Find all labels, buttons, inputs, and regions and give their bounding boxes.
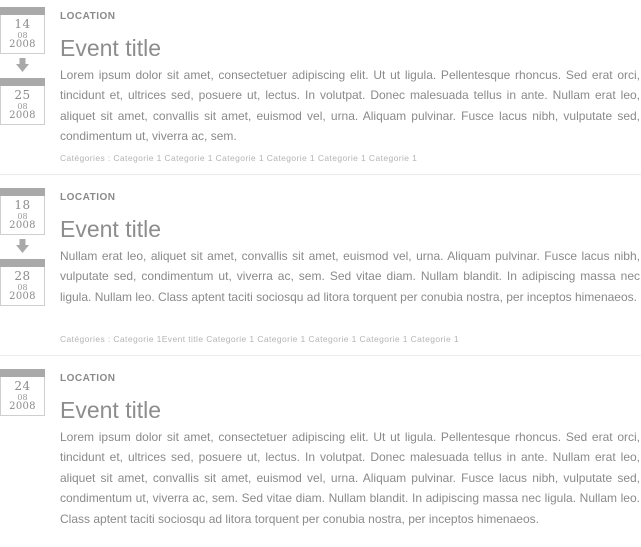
end-year: 2008 [9,110,36,121]
calendar-header-bar [0,259,45,267]
event-categories[interactable]: Catégories : Categorie 1Event title Cate… [60,334,459,344]
start-year: 2008 [9,39,36,50]
event-date-range: 18 08 2008 28 08 2008 [0,188,46,306]
calendar-header-bar [0,188,45,196]
end-day: 28 [14,269,31,283]
end-date-calendar-icon: 28 08 2008 [0,259,45,306]
start-year: 2008 [9,401,36,412]
event-location: LOCATION [60,373,116,384]
event-item: 18 08 2008 28 08 2008 LOCATION Event tit… [0,188,641,353]
event-separator [0,355,641,356]
end-date-calendar-icon: 25 08 2008 [0,78,45,125]
event-title[interactable]: Event title [60,215,161,243]
event-title[interactable]: Event title [60,396,161,424]
start-date-calendar-icon: 24 08 2008 [0,369,45,416]
start-day: 18 [14,198,31,212]
end-year: 2008 [9,291,36,302]
event-date-range: 24 08 2008 [0,369,46,416]
event-categories[interactable]: Catégories : Categorie 1 Categorie 1 Cat… [60,153,417,163]
start-day: 24 [14,379,31,393]
event-description: Lorem ipsum dolor sit amet, consectetuer… [60,430,640,526]
calendar-header-bar [0,7,45,15]
start-date-calendar-icon: 14 08 2008 [0,7,45,54]
event-description: Nullam erat leo, aliquet sit amet, conva… [60,249,640,304]
event-item: 14 08 2008 25 08 2008 LOCATION Event tit… [0,7,641,172]
start-date-calendar-icon: 18 08 2008 [0,188,45,235]
event-item: 24 08 2008 LOCATION Event title Lorem ip… [0,369,641,547]
calendar-header-bar [0,369,45,377]
arrow-down-icon [0,54,45,78]
calendar-header-bar [0,78,45,86]
event-title[interactable]: Event title [60,34,161,62]
event-description: Lorem ipsum dolor sit amet, consectetuer… [60,68,640,144]
arrow-down-icon [0,235,45,259]
start-day: 14 [14,17,31,31]
event-date-range: 14 08 2008 25 08 2008 [0,7,46,125]
event-location: LOCATION [60,192,116,203]
start-year: 2008 [9,220,36,231]
event-location: LOCATION [60,11,116,22]
event-separator [0,174,641,175]
end-day: 25 [14,88,31,102]
